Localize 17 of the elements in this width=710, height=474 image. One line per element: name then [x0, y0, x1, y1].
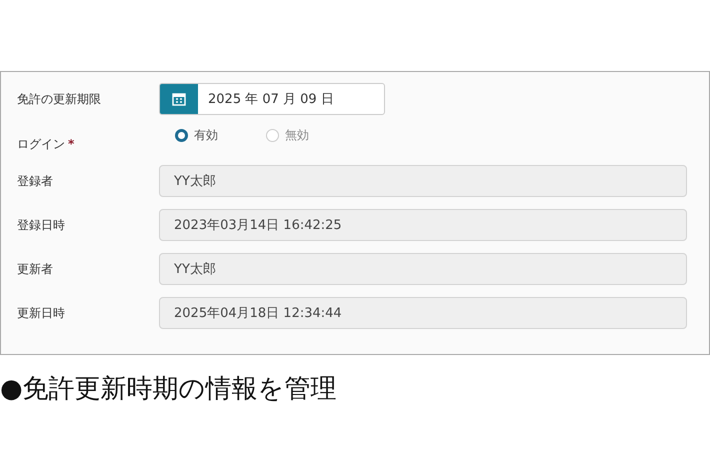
field-label: 免許の更新期限 — [17, 92, 101, 106]
field-label: 更新日時 — [17, 306, 65, 320]
caption: ●免許更新時期の情報を管理 — [0, 374, 337, 404]
readonly-field: 2025年04月18日 12:34:44 — [159, 297, 687, 329]
calendar-icon — [172, 92, 186, 106]
radio-option[interactable]: 有効 — [175, 127, 218, 144]
date-field[interactable]: 2025 年 07 月 09 日 — [159, 83, 385, 115]
readonly-field: 2023年03月14日 16:42:25 — [159, 209, 687, 241]
readonly-field: YY太郎 — [159, 253, 687, 285]
field-label: 更新者 — [17, 262, 53, 276]
field-label: ログイン — [17, 137, 65, 151]
readonly-field: YY太郎 — [159, 165, 687, 197]
field-label: 登録日時 — [17, 218, 65, 232]
required-mark: * — [68, 137, 74, 151]
calendar-button[interactable] — [160, 84, 198, 114]
radio-button[interactable] — [175, 129, 188, 142]
field-label: 登録者 — [17, 174, 53, 188]
